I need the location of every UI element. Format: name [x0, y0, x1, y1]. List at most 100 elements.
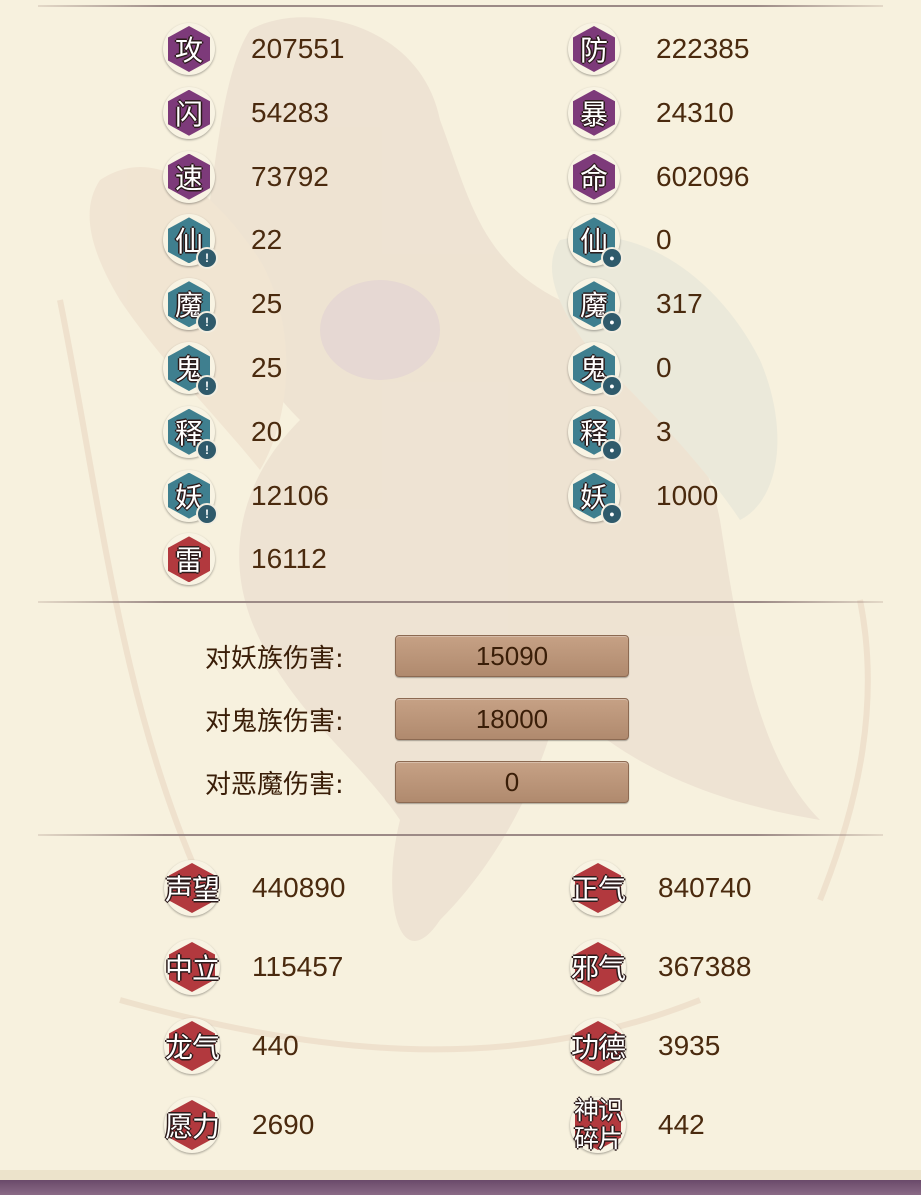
stat-icon[interactable]: 释!: [163, 405, 218, 461]
stat-row: 释! 20: [163, 404, 283, 461]
stat-icon-label: 雷: [168, 536, 210, 583]
reputation-value: 2690: [252, 1109, 315, 1140]
stat-icon[interactable]: 仙!: [163, 214, 218, 270]
stat-value: 0: [656, 352, 672, 383]
stat-value: 1000: [656, 479, 719, 511]
stat-row: 释 ● 3: [568, 404, 672, 461]
reputation-label: 声望: [164, 873, 220, 906]
damage-bonus-value: 15090: [395, 635, 629, 677]
reputation-icon[interactable]: 正气: [566, 856, 630, 920]
stat-row: 雷 16112: [163, 531, 327, 587]
shield-icon: ●: [601, 502, 623, 525]
stat-icon[interactable]: 速: [163, 150, 215, 203]
stat-value: 3: [656, 415, 672, 447]
reputation-value: 115457: [252, 951, 344, 982]
stat-value: 22: [251, 224, 283, 256]
stat-icon[interactable]: 雷: [163, 533, 215, 586]
stat-row: 鬼 ● 0: [568, 340, 672, 397]
character-illustration-background: [57, 17, 871, 1053]
shield-icon: ●: [601, 247, 623, 270]
stat-row: 闪 54283: [163, 85, 329, 141]
stat-value: 12106: [251, 479, 329, 511]
reputation-label: 功德: [570, 1031, 626, 1064]
stat-value: 25: [251, 352, 283, 383]
stat-row: 命 602096: [568, 149, 749, 205]
reputation-label: 愿力: [164, 1110, 220, 1143]
stat-row: 仙! 22: [163, 212, 283, 270]
damage-bonus-label: 对恶魔伤害:: [205, 769, 344, 800]
stat-icon[interactable]: 暴: [568, 86, 620, 139]
reputation-value: 440: [252, 1030, 299, 1061]
reputation-row: 邪气 367388: [566, 935, 751, 999]
reputation-icon[interactable]: 邪气: [566, 935, 630, 999]
stat-icon-label: 攻: [168, 26, 210, 72]
stat-icon[interactable]: 闪: [163, 86, 215, 139]
stat-row: 妖! 12106: [163, 468, 329, 525]
reputation-icon[interactable]: 声望: [160, 856, 224, 920]
stat-icon-label: 速: [168, 153, 210, 200]
damage-bonus-label: 对鬼族伤害:: [205, 706, 344, 737]
stat-row: 速 73792: [163, 149, 329, 205]
reputation-label: 神识 碎片: [573, 1096, 623, 1153]
damage-bonus-row: 对鬼族伤害: 18000: [205, 697, 629, 741]
stat-value: 25: [251, 288, 283, 320]
stat-value: 317: [656, 288, 703, 320]
stat-icon[interactable]: 防: [568, 23, 620, 75]
stat-value: 20: [251, 415, 283, 447]
reputation-icon[interactable]: 愿力: [160, 1093, 224, 1157]
reputation-label: 邪气: [570, 952, 626, 985]
stat-row: 防 222385: [568, 21, 749, 77]
stat-value: 54283: [251, 96, 329, 128]
exclamation-icon: !: [196, 311, 218, 334]
stat-icon[interactable]: 魔 ●: [568, 278, 623, 334]
stat-icon[interactable]: 魔!: [163, 278, 218, 334]
damage-bonus-value: 0: [395, 761, 629, 803]
reputation-row: 愿力 2690: [160, 1093, 314, 1157]
stat-icon[interactable]: 鬼!: [163, 342, 218, 397]
panel-bottom-frame: [0, 1170, 921, 1195]
damage-divider: [38, 834, 883, 836]
stat-value: 207551: [251, 33, 345, 64]
stat-icon-label: 暴: [573, 89, 615, 136]
exclamation-icon: !: [196, 438, 218, 461]
stat-icon[interactable]: 释 ●: [568, 405, 623, 461]
stat-row: 魔! 25: [163, 276, 283, 334]
exclamation-icon: !: [196, 247, 218, 270]
stat-icon[interactable]: 鬼 ●: [568, 342, 623, 397]
stat-row: 鬼! 25: [163, 340, 283, 397]
damage-bonus-row: 对妖族伤害: 15090: [205, 634, 629, 678]
stat-icon[interactable]: 命: [568, 150, 620, 203]
stat-value: 602096: [656, 160, 750, 192]
stat-value: 16112: [251, 543, 327, 575]
reputation-row: 中立 115457: [160, 935, 343, 999]
shield-icon: ●: [601, 311, 623, 334]
exclamation-icon: !: [196, 502, 218, 525]
stat-row: 妖 ● 1000: [568, 468, 719, 525]
reputation-value: 367388: [658, 951, 752, 982]
damage-bonus-row: 对恶魔伤害: 0: [205, 760, 629, 804]
stat-value: 73792: [251, 160, 329, 192]
stat-value: 0: [656, 224, 672, 256]
reputation-icon[interactable]: 龙气: [160, 1014, 224, 1078]
stat-value: 24310: [656, 96, 734, 128]
stat-icon[interactable]: 妖!: [163, 469, 218, 525]
reputation-value: 840740: [658, 872, 752, 903]
stats-divider: [38, 601, 883, 603]
reputation-value: 440890: [252, 872, 346, 903]
stat-row: 魔 ● 317: [568, 276, 703, 334]
exclamation-icon: !: [196, 375, 218, 397]
reputation-icon[interactable]: 神识 碎片: [566, 1093, 630, 1157]
reputation-icon[interactable]: 功德: [566, 1014, 630, 1078]
stat-row: 攻 207551: [163, 21, 344, 77]
stat-value: 222385: [656, 33, 750, 64]
reputation-icon[interactable]: 中立: [160, 935, 224, 999]
stat-row: 仙 ● 0: [568, 212, 672, 270]
shield-icon: ●: [601, 438, 623, 461]
reputation-label: 龙气: [164, 1031, 220, 1064]
reputation-row: 神识 碎片 442: [566, 1093, 705, 1157]
stat-icon-label: 闪: [168, 89, 210, 136]
reputation-row: 声望 440890: [160, 856, 345, 920]
stat-icon[interactable]: 攻: [163, 23, 215, 75]
stat-icon[interactable]: 妖 ●: [568, 469, 623, 525]
stat-icon[interactable]: 仙 ●: [568, 214, 623, 270]
